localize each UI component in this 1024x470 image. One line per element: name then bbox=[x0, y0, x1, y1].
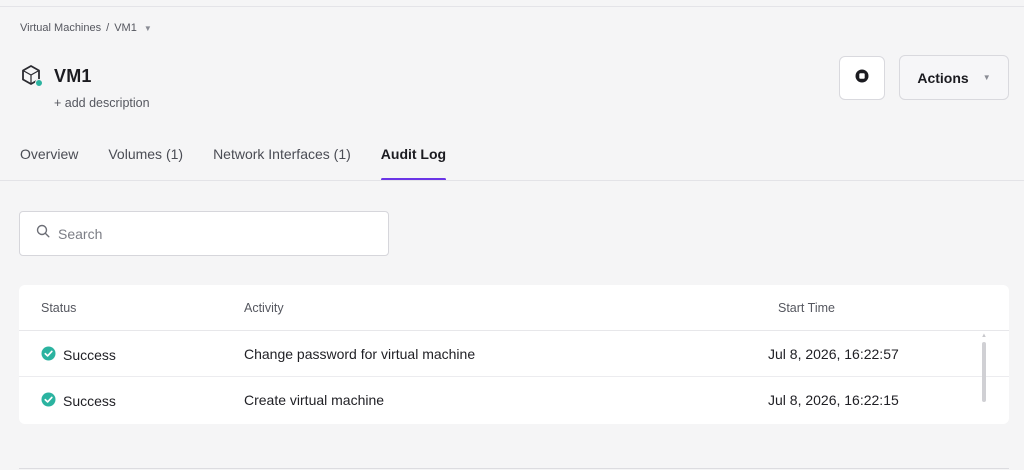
status-text: Success bbox=[63, 393, 116, 409]
page-title-row: VM1 bbox=[20, 64, 92, 88]
success-check-icon bbox=[41, 346, 56, 364]
virtual-machine-icon bbox=[20, 64, 44, 88]
status-cell: Success bbox=[41, 346, 116, 364]
tab-bar: Overview Volumes (1) Network Interfaces … bbox=[20, 146, 447, 181]
activity-cell: Create virtual machine bbox=[244, 392, 385, 408]
table-row[interactable]: Success Create virtual machine Jul 8, 20… bbox=[19, 377, 1009, 423]
start-time-cell: Jul 8, 2026, 16:22:15 bbox=[768, 392, 899, 408]
success-check-icon bbox=[41, 392, 56, 410]
breadcrumb-virtual-machines[interactable]: Virtual Machines bbox=[20, 22, 101, 34]
stop-icon bbox=[855, 69, 869, 88]
table-header: Status Activity Start Time bbox=[19, 285, 1009, 331]
scrollbar-thumb[interactable] bbox=[982, 342, 986, 402]
search-box bbox=[19, 211, 389, 256]
tab-network-interfaces[interactable]: Network Interfaces (1) bbox=[213, 146, 351, 181]
status-cell: Success bbox=[41, 392, 116, 410]
add-description-link[interactable]: + add description bbox=[54, 96, 150, 110]
breadcrumb-separator: / bbox=[106, 22, 110, 34]
bottom-divider bbox=[19, 468, 1009, 469]
search-icon bbox=[36, 224, 50, 243]
activity-cell: Change password for virtual machine bbox=[244, 346, 476, 362]
tabs-divider bbox=[0, 180, 1024, 181]
scroll-up-arrow-icon[interactable]: ▲ bbox=[981, 333, 987, 339]
tab-volumes[interactable]: Volumes (1) bbox=[108, 146, 183, 181]
page-title: VM1 bbox=[54, 65, 92, 86]
column-header-start-time[interactable]: Start Time bbox=[778, 301, 835, 315]
column-header-activity[interactable]: Activity bbox=[244, 301, 284, 315]
status-text: Success bbox=[63, 347, 116, 363]
column-header-status[interactable]: Status bbox=[41, 301, 76, 315]
top-divider bbox=[0, 6, 1024, 7]
table-scrollbar[interactable]: ▲ bbox=[981, 333, 987, 420]
start-time-cell: Jul 8, 2026, 16:22:57 bbox=[768, 346, 899, 362]
tab-overview[interactable]: Overview bbox=[20, 146, 78, 181]
audit-log-table: Status Activity Start Time Success Chang… bbox=[19, 285, 1009, 424]
breadcrumb: Virtual Machines / VM1 ▼ bbox=[20, 22, 152, 34]
table-row[interactable]: Success Change password for virtual mach… bbox=[19, 331, 1009, 377]
search-input[interactable] bbox=[58, 225, 358, 242]
chevron-down-icon: ▼ bbox=[982, 73, 991, 82]
chevron-down-icon[interactable]: ▼ bbox=[144, 24, 152, 33]
running-status-dot bbox=[35, 79, 43, 87]
actions-label: Actions bbox=[917, 69, 969, 86]
breadcrumb-current-vm[interactable]: VM1 bbox=[114, 22, 137, 34]
actions-dropdown-button[interactable]: Actions ▼ bbox=[899, 55, 1009, 100]
stop-vm-button[interactable] bbox=[839, 56, 885, 100]
tab-audit-log[interactable]: Audit Log bbox=[380, 146, 447, 181]
